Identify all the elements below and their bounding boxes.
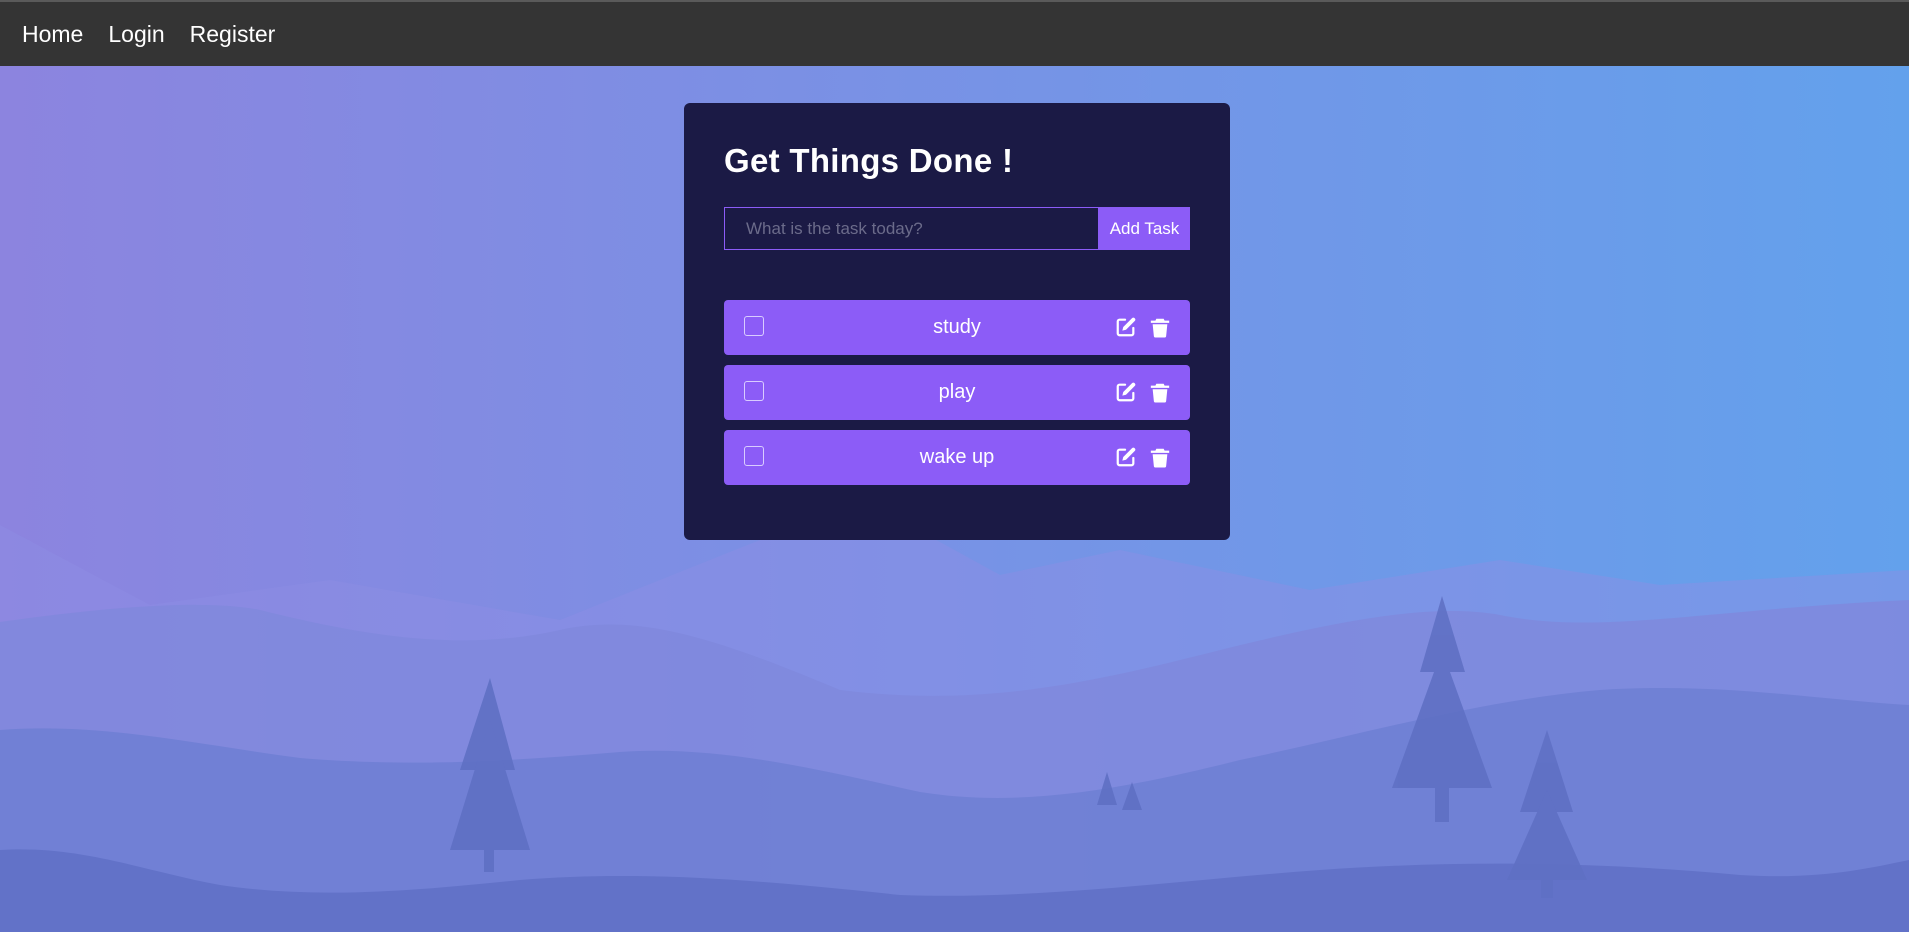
task-label: wake up xyxy=(919,446,995,469)
task-label: play xyxy=(938,381,976,404)
nav-link-login[interactable]: Login xyxy=(108,21,164,48)
task-item: play xyxy=(724,365,1190,421)
edit-icon[interactable] xyxy=(1115,315,1137,339)
task-actions xyxy=(1115,315,1171,339)
task-checkbox[interactable] xyxy=(744,446,764,467)
task-checkbox[interactable] xyxy=(744,381,764,402)
trash-icon[interactable] xyxy=(1149,315,1171,339)
task-item: study xyxy=(724,300,1190,356)
add-task-form: Add Task xyxy=(724,207,1190,251)
trash-icon[interactable] xyxy=(1149,380,1171,404)
task-checkbox[interactable] xyxy=(744,316,764,337)
edit-icon[interactable] xyxy=(1115,445,1137,469)
trash-icon[interactable] xyxy=(1149,445,1171,469)
top-navbar: Home Login Register xyxy=(0,0,1909,66)
nav-link-home[interactable]: Home xyxy=(22,21,83,48)
task-list: study play wake up xyxy=(724,300,1190,495)
todo-card: Get Things Done ! Add Task study play xyxy=(684,103,1230,540)
task-label: study xyxy=(933,316,981,339)
task-input[interactable] xyxy=(724,207,1099,251)
edit-icon[interactable] xyxy=(1115,380,1137,404)
nav-link-register[interactable]: Register xyxy=(190,21,276,48)
task-actions xyxy=(1115,380,1171,404)
task-actions xyxy=(1115,445,1171,469)
task-item: wake up xyxy=(724,430,1190,486)
page-title: Get Things Done ! xyxy=(724,142,1014,179)
add-task-button[interactable]: Add Task xyxy=(1099,207,1190,251)
